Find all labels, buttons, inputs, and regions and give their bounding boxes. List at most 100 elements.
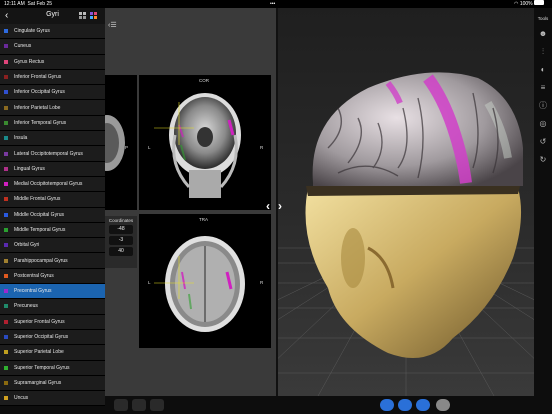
color-swatch (4, 105, 8, 110)
list-item[interactable]: Superior Parietal Lobe (0, 345, 105, 361)
color-swatch (4, 335, 8, 340)
list-item[interactable]: Cuneus (0, 39, 105, 55)
list-item-label: Inferior Frontal Gyrus (14, 74, 62, 81)
transverse-right-label: R (260, 280, 264, 285)
list-item[interactable]: Supramarginal Gyrus (0, 376, 105, 392)
battery-icon (534, 0, 544, 6)
list-item-label: Supramarginal Gyrus (14, 379, 62, 386)
list-item-label: Superior Temporal Gyrus (14, 364, 70, 371)
list-item-label: Cingulate Gyrus (14, 28, 50, 35)
coronal-slice (154, 93, 241, 198)
grid-view-icon[interactable] (79, 12, 86, 19)
color-swatch (4, 44, 8, 49)
list-item-label: Medial Occipitotemporal Gyrus (14, 181, 83, 188)
tools-bar: Tools ☻ ⫶ ◐ ≡ ⓘ ◎ ↺ ↻ (534, 8, 552, 396)
view-front-icon[interactable] (380, 399, 394, 411)
layers-icon[interactable] (150, 399, 164, 411)
redo-icon[interactable]: ↻ (538, 155, 548, 165)
color-swatch (4, 319, 8, 324)
info-icon[interactable]: ⓘ (538, 101, 548, 111)
list-item[interactable]: Superior Occipital Gyrus (0, 330, 105, 346)
color-swatch (4, 136, 8, 141)
battery-percent: 100% (519, 1, 533, 7)
list-item-label: Postcentral Gyrus (14, 272, 54, 279)
list-item-label: Middle Frontal Gyrus (14, 196, 61, 203)
status-date: Sat Feb 25 (27, 1, 53, 7)
list-item-label: Uncus (14, 395, 29, 402)
list-item[interactable]: Superior Temporal Gyrus (0, 361, 105, 376)
list-item[interactable]: Lateral Occipitotemporal Gyrus (0, 146, 105, 162)
app-root: 12:11 AM Sat Feb 25 ••• ◠ 100% ‹☰ P COR (0, 0, 552, 414)
list-item[interactable]: Cingulate Gyrus (0, 24, 105, 40)
list-item-label: Cuneus (14, 43, 32, 50)
list-item[interactable]: Middle Frontal Gyrus (0, 192, 105, 208)
list-item[interactable]: Inferior Frontal Gyrus (0, 70, 105, 86)
color-swatch (4, 197, 8, 202)
view-reset-icon[interactable] (436, 399, 450, 411)
list-item[interactable]: Insula (0, 131, 105, 147)
list-item-label: Superior Frontal Gyrus (14, 318, 65, 325)
coordinate-y-field[interactable]: -3 (109, 236, 133, 245)
head-view-icon[interactable] (114, 399, 128, 411)
view-top-icon[interactable] (416, 399, 430, 411)
gyri-list: Cingulate Gyrus Cuneus Gyrus Rectus Inferio… (0, 24, 105, 407)
list-item[interactable]: Lingual Gyrus (0, 162, 105, 177)
transverse-left-label: L (148, 280, 151, 285)
list-item[interactable]: Superior Frontal Gyrus (0, 315, 105, 330)
color-swatch (4, 212, 8, 217)
coronal-title: COR (199, 78, 209, 83)
coordinates-title: Coordinates (108, 218, 134, 223)
coordinate-x-field[interactable]: -48 (109, 225, 133, 234)
list-item[interactable]: Uncus (0, 391, 105, 407)
transverse-slice (154, 236, 245, 332)
gyri-sidebar: ‹ Gyri Cingulate Gyrus Cuneus Gyrus Rectus… (0, 8, 105, 407)
sagittal-view[interactable]: P (89, 75, 137, 210)
brain-head-model (305, 72, 523, 358)
status-time: 12:11 AM (4, 1, 25, 7)
wifi-icon: ◠ (514, 1, 519, 7)
sidebar-toggle-icon[interactable]: ‹☰ (108, 21, 117, 29)
color-swatch (4, 350, 8, 355)
sagittal-p-label: P (125, 145, 129, 150)
color-grid-icon[interactable] (90, 12, 97, 19)
transverse-view[interactable]: TRA L R (139, 214, 271, 348)
list-item[interactable]: Inferior Occipital Gyrus (0, 85, 105, 101)
color-swatch (4, 228, 8, 232)
sagittal-slice (89, 115, 125, 171)
nav-left-icon[interactable]: ‹ (266, 199, 270, 213)
list-item[interactable]: Precentral Gyrus (0, 284, 105, 300)
list-item[interactable]: Postcentral Gyrus (0, 269, 105, 285)
settings-icon[interactable]: ◎ (538, 119, 548, 129)
multitask-dots[interactable]: ••• (270, 0, 275, 8)
list-item[interactable]: Precuneus (0, 299, 105, 315)
color-swatch (4, 120, 8, 125)
head-model-icon[interactable]: ☻ (538, 29, 548, 39)
coronal-view[interactable]: COR L R (139, 75, 271, 210)
color-swatch (4, 365, 8, 370)
coordinates-panel: Coordinates -48 -3 40 (105, 216, 137, 268)
list-item[interactable]: Inferior Temporal Gyrus (0, 116, 105, 132)
list-item[interactable]: Medial Occipitotemporal Gyrus (0, 177, 105, 193)
list-item[interactable]: Middle Occipital Gyrus (0, 208, 105, 223)
color-swatch (4, 75, 8, 80)
brain-icon[interactable]: ◐ (538, 65, 548, 75)
list-item[interactable]: Orbital Gyri (0, 238, 105, 254)
view-side-icon[interactable] (398, 399, 412, 411)
sidebar-header: ‹ Gyri (0, 8, 105, 24)
list-item[interactable]: Inferior Parietal Lobe (0, 100, 105, 116)
menu-icon[interactable]: ≡ (538, 83, 548, 93)
list-item[interactable]: Gyrus Rectus (0, 55, 105, 70)
slice-tools-icon[interactable]: ⫶ (538, 47, 548, 57)
color-swatch (4, 289, 8, 294)
coordinate-z-field[interactable]: 40 (109, 247, 133, 256)
3d-view[interactable]: › (278, 8, 534, 396)
color-swatch (4, 59, 8, 64)
brain-view-icon[interactable] (132, 399, 146, 411)
list-item[interactable]: Parahippocampal Gyrus (0, 253, 105, 269)
color-swatch (4, 273, 8, 278)
color-swatch (4, 151, 8, 156)
list-item-label: Precentral Gyrus (14, 288, 52, 295)
transverse-title: TRA (199, 217, 208, 222)
undo-icon[interactable]: ↺ (538, 137, 548, 147)
list-item[interactable]: Middle Temporal Gyrus (0, 223, 105, 239)
